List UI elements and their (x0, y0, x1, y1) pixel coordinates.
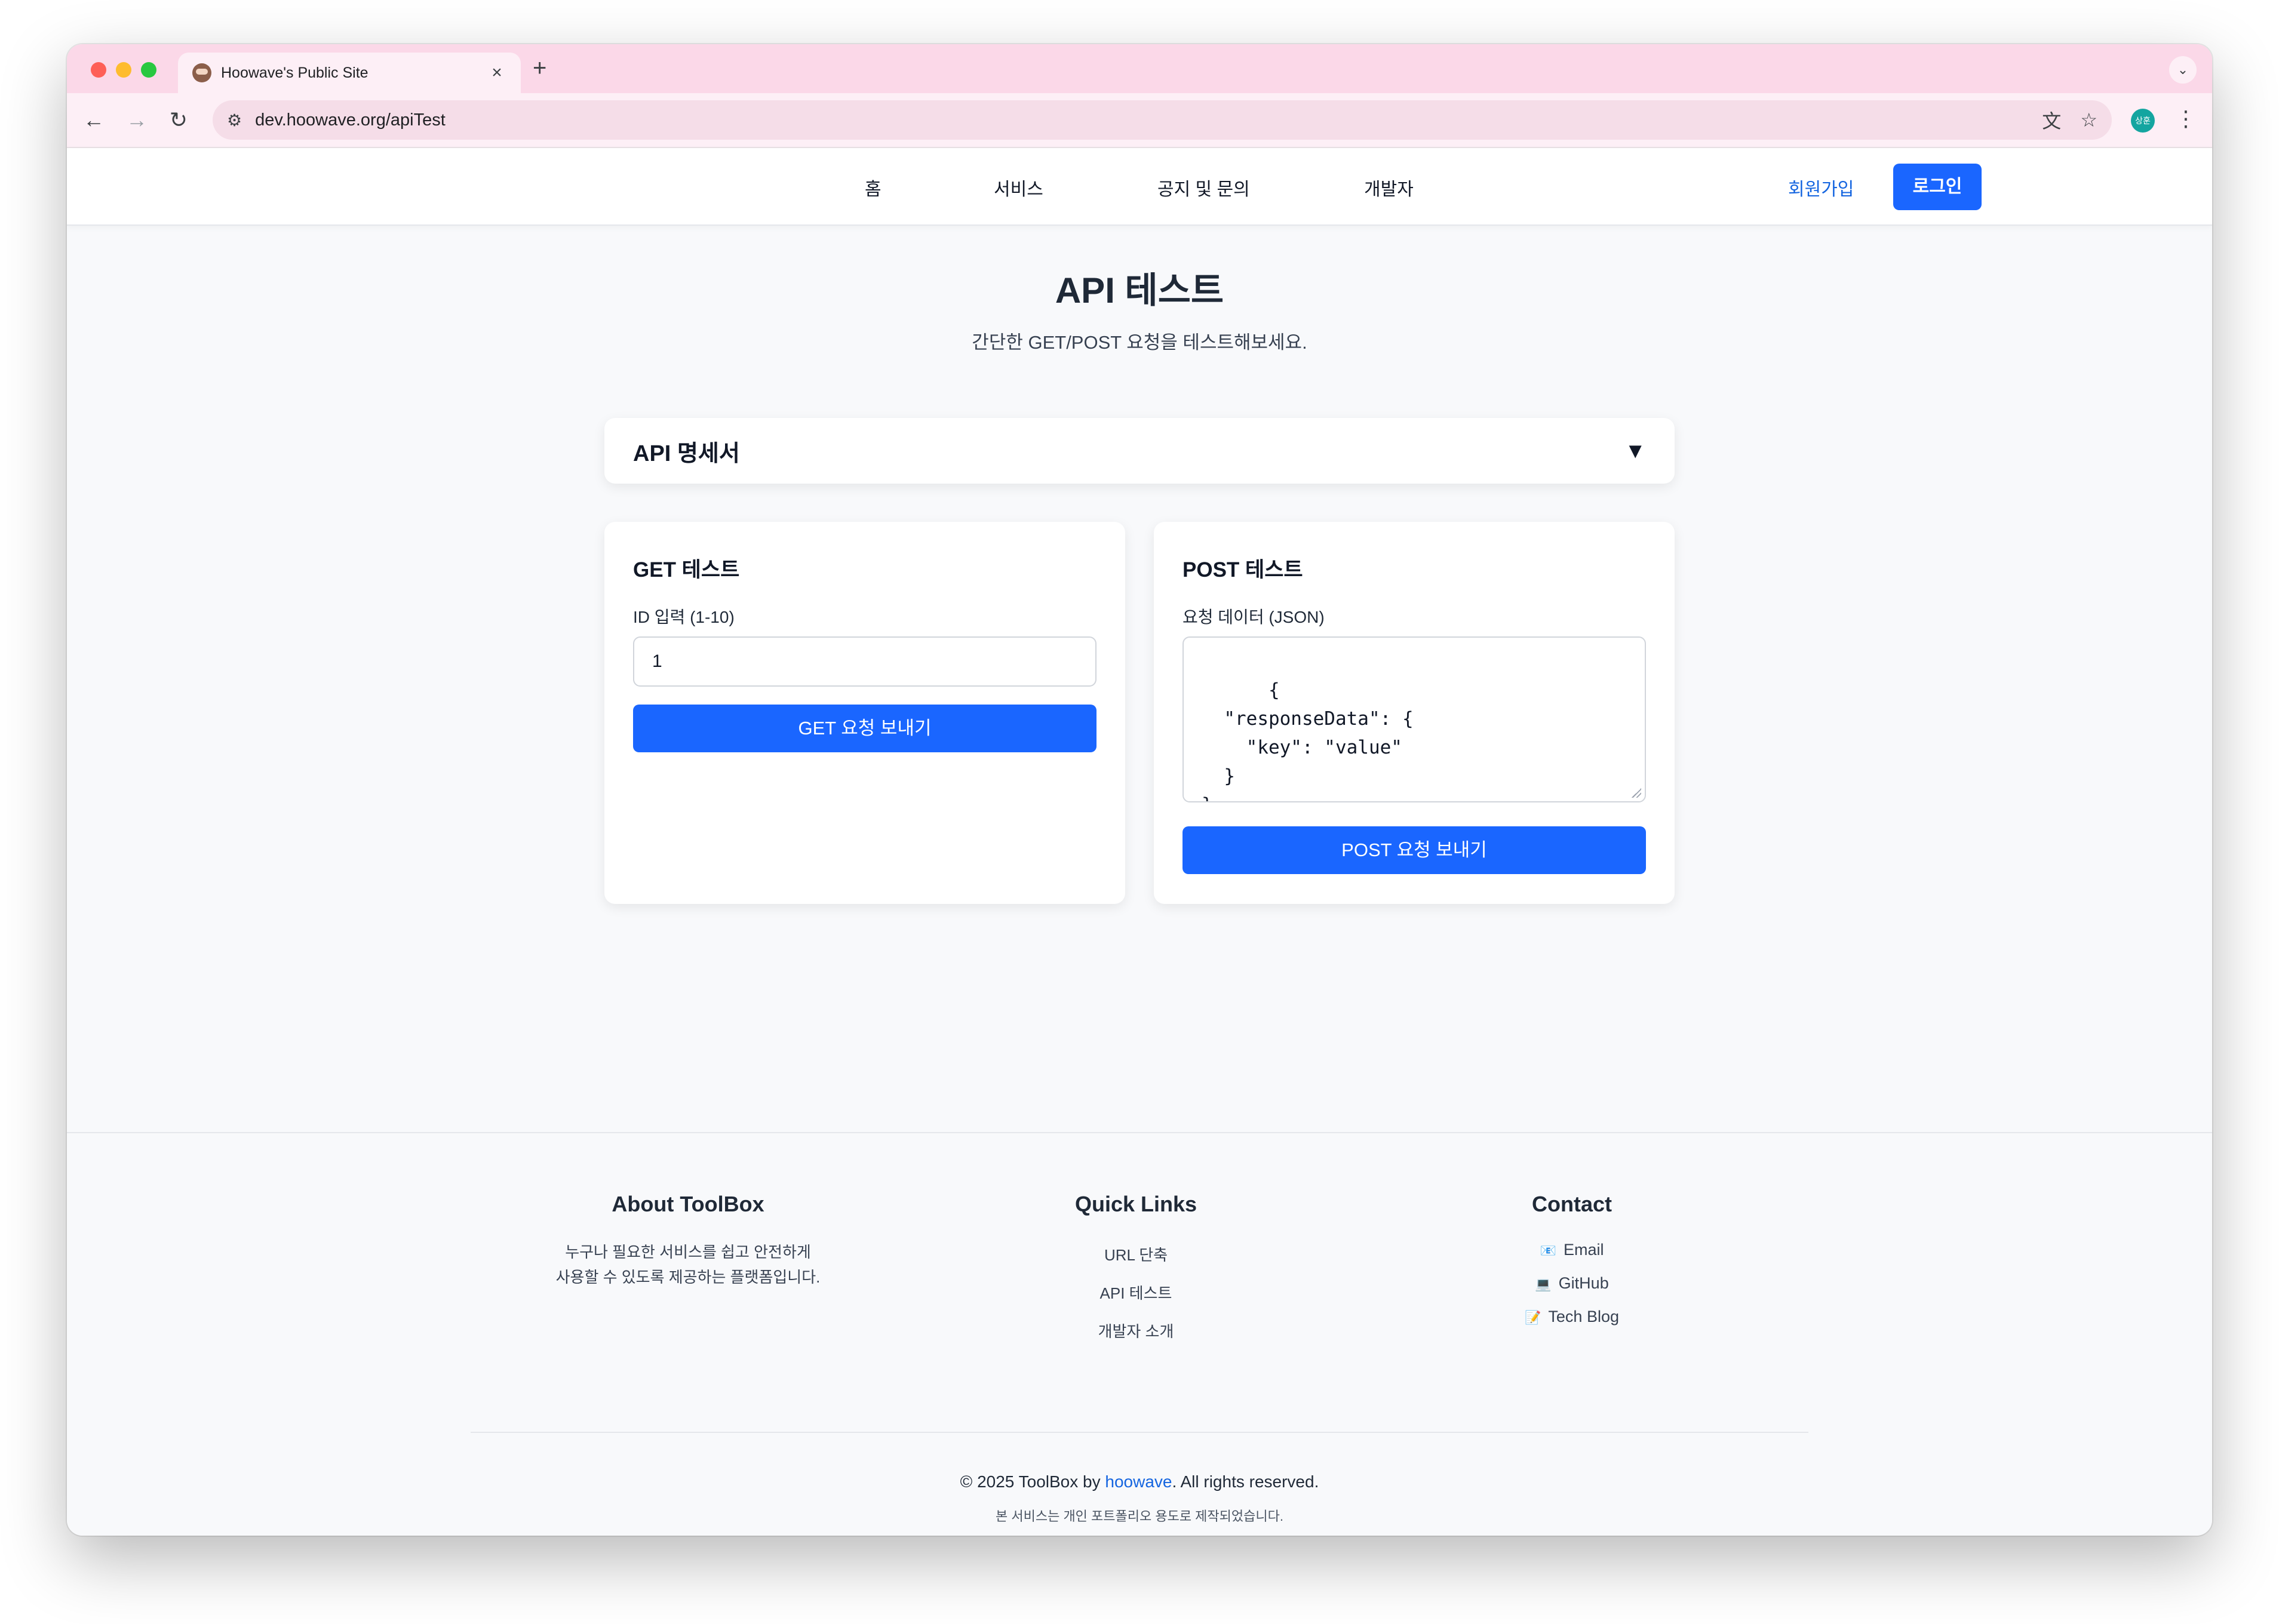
site-info-icon[interactable]: ⚙ (227, 110, 242, 130)
reload-icon[interactable]: ↻ (165, 106, 192, 134)
page-title: API 테스트 (1055, 270, 1224, 310)
footer-link-url-shortener[interactable]: URL 단축 (1016, 1243, 1255, 1265)
footer-about-text: 누구나 필요한 서비스를 쉽고 안전하게 사용할 수 있도록 제공하는 플랫폼입… (545, 1239, 831, 1290)
tab-close-icon[interactable]: × (487, 63, 506, 83)
signup-link[interactable]: 회원가입 (1788, 174, 1854, 201)
get-card-title: GET 테스트 (633, 558, 740, 582)
tab-strip: Hoowave's Public Site × + ⌄ (67, 44, 2212, 93)
get-request-button[interactable]: GET 요청 보내기 (633, 705, 1096, 752)
translate-icon[interactable]: 文 (2042, 106, 2061, 134)
post-request-button[interactable]: POST 요청 보내기 (1182, 826, 1646, 874)
footer-divider (471, 1432, 1808, 1433)
close-window-button[interactable] (91, 62, 106, 78)
footer-about-line2: 사용할 수 있도록 제공하는 플랫폼입니다. (555, 1268, 821, 1286)
more-icon[interactable]: ⋮ (2175, 106, 2197, 131)
memo-icon: 📝 (1525, 1310, 1541, 1325)
new-tab-button[interactable]: + (533, 55, 546, 82)
footer-link-developer[interactable]: 개발자 소개 (1016, 1320, 1255, 1342)
tab-title: Hoowave's Public Site (221, 64, 368, 81)
email-icon: 📧 (1540, 1243, 1556, 1258)
contact-email-label: Email (1563, 1241, 1604, 1259)
nav-home[interactable]: 홈 (865, 174, 882, 201)
browser-tab[interactable]: Hoowave's Public Site × (178, 53, 521, 93)
browser-toolbar: ← → ↻ ⚙ dev.hoowave.org/apiTest 文 ☆ 상훈 ⋮ (67, 93, 2212, 148)
author-link[interactable]: hoowave (1105, 1472, 1172, 1491)
laptop-icon: 💻 (1535, 1277, 1552, 1291)
post-card-title: POST 테스트 (1182, 558, 1303, 582)
footer-note: 본 서비스는 개인 포트폴리오 용도로 제작되었습니다. (996, 1509, 1283, 1524)
id-input[interactable] (633, 636, 1096, 687)
footer-links-heading: Quick Links (1074, 1192, 1197, 1216)
url-text[interactable]: dev.hoowave.org/apiTest (255, 110, 2023, 130)
get-test-card: GET 테스트 ID 입력 (1-10) GET 요청 보내기 (604, 522, 1125, 904)
nav-notice[interactable]: 공지 및 문의 (1157, 174, 1250, 201)
api-spec-accordion[interactable]: API 명세서 ▼ (604, 418, 1675, 484)
maximize-window-button[interactable] (141, 62, 156, 78)
site-favicon-icon (192, 63, 211, 82)
copyright-prefix: © 2025 ToolBox by (960, 1472, 1105, 1491)
site-header: 홈 서비스 공지 및 문의 개발자 회원가입 로그인 (67, 148, 2212, 226)
login-button[interactable]: 로그인 (1893, 164, 1982, 210)
json-textarea[interactable]: { "responseData": { "key": "value" } } (1182, 636, 1646, 802)
contact-github-label: GitHub (1558, 1274, 1609, 1292)
bookmark-star-icon[interactable]: ☆ (2080, 109, 2097, 131)
footer-contact-heading: Contact (1532, 1192, 1612, 1216)
contact-github-link[interactable]: 💻 GitHub (1464, 1274, 1679, 1293)
window-controls (91, 62, 156, 78)
accordion-title: API 명세서 (633, 441, 740, 466)
back-icon[interactable]: ← (80, 106, 108, 134)
profile-avatar[interactable]: 상훈 (2131, 109, 2155, 133)
footer-about-heading: About ToolBox (612, 1192, 764, 1216)
copyright-suffix: . All rights reserved. (1172, 1472, 1319, 1491)
nav-services[interactable]: 서비스 (994, 174, 1043, 201)
address-bar[interactable]: ⚙ dev.hoowave.org/apiTest 文 ☆ (213, 100, 2112, 140)
json-input-label: 요청 데이터 (JSON) (1182, 608, 1325, 626)
nav-developer[interactable]: 개발자 (1364, 174, 1414, 201)
tab-search-button[interactable]: ⌄ (2169, 56, 2197, 84)
footer-link-api-test[interactable]: API 테스트 (1016, 1281, 1255, 1303)
id-input-label: ID 입력 (1-10) (633, 608, 735, 626)
contact-email-link[interactable]: 📧 Email (1464, 1241, 1679, 1259)
browser-window: Hoowave's Public Site × + ⌄ ← → ↻ ⚙ dev.… (67, 44, 2212, 1536)
page-subtitle: 간단한 GET/POST 요청을 테스트해보세요. (972, 332, 1307, 353)
contact-blog-label: Tech Blog (1548, 1308, 1619, 1325)
contact-blog-link[interactable]: 📝 Tech Blog (1464, 1308, 1679, 1326)
resize-handle-icon[interactable] (1632, 788, 1641, 798)
post-test-card: POST 테스트 요청 데이터 (JSON) { "responseData":… (1154, 522, 1675, 904)
triangle-down-icon[interactable]: ▼ (1624, 438, 1646, 463)
json-content[interactable]: { "responseData": { "key": "value" } } (1202, 679, 1414, 801)
copyright-text: © 2025 ToolBox by hoowave. All rights re… (67, 1472, 2212, 1491)
site-footer: About ToolBox 누구나 필요한 서비스를 쉽고 안전하게 사용할 수… (67, 1132, 2212, 1536)
forward-icon[interactable]: → (123, 106, 150, 134)
footer-about-line1: 누구나 필요한 서비스를 쉽고 안전하게 (565, 1243, 811, 1261)
minimize-window-button[interactable] (116, 62, 131, 78)
